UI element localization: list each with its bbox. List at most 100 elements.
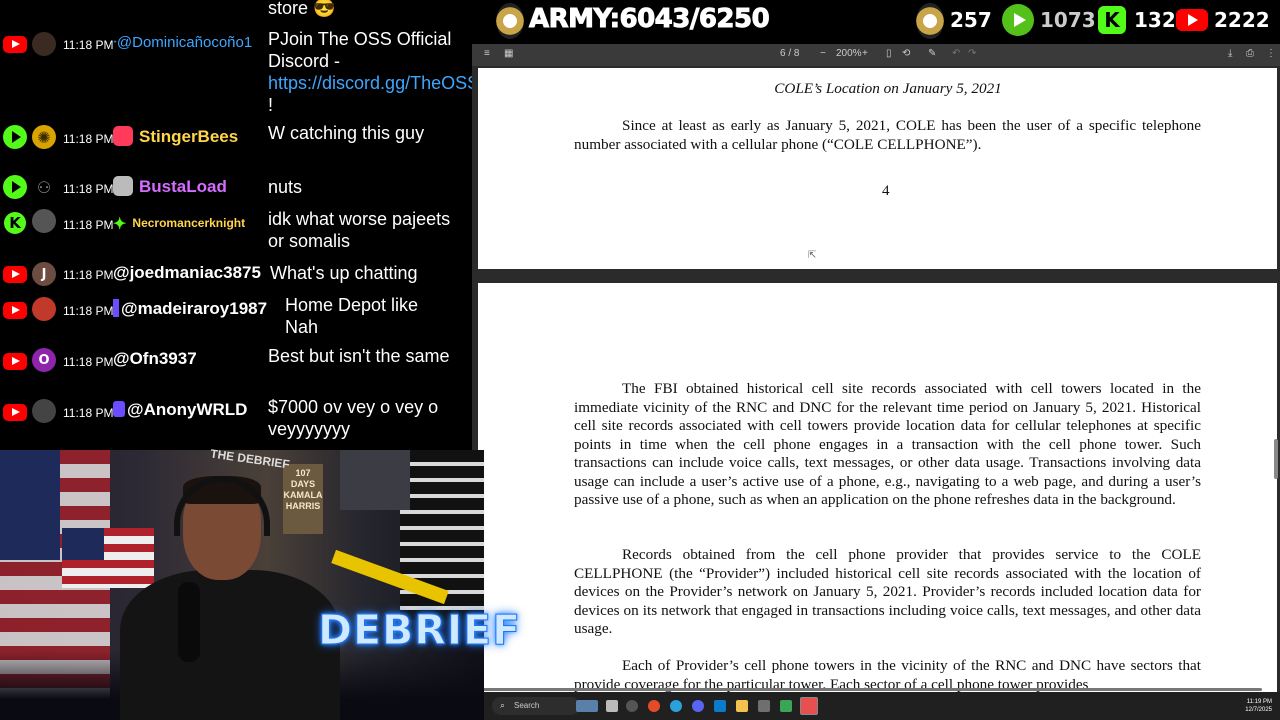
youtube-icon [3,32,27,56]
weather-icon[interactable] [576,700,598,712]
rumble-viewer-count: 1073 [1040,8,1096,32]
microphone [178,582,200,662]
menu-icon[interactable]: ≡ [484,48,490,59]
army-emblem-icon [916,3,944,39]
telegram-icon[interactable] [670,700,682,712]
zoom-out-icon[interactable]: − [820,48,826,59]
chat-message: K 11:18 PM ✦ Necromancerknight idk what w… [0,208,472,258]
flag-canton-small [62,528,104,560]
member-badge-icon [113,299,119,317]
system-clock[interactable]: 11:19 PM 12/7/2025 [1245,698,1272,714]
print-icon[interactable]: ⎙ [1246,48,1254,59]
page-indicator[interactable]: 6 / 8 [780,48,799,59]
message-text: $7000 ov vey o vey o veyyyyyyy [268,397,439,439]
message-username[interactable]: @AnonyWRLD [113,400,247,420]
download-icon[interactable]: ⤓ [1228,48,1232,59]
youtube-icon [1176,9,1208,31]
message-username[interactable]: StingerBees [113,126,238,147]
message-time: 11:18 PM [63,355,114,369]
message-text: W catching this guy [268,123,425,143]
task-view-icon[interactable] [606,700,618,712]
undo-icon[interactable]: ↶ [952,48,960,59]
avatar [32,32,56,56]
draw-icon[interactable]: ✎ [928,48,936,59]
fit-page-icon[interactable]: ▯ [886,48,892,59]
chat-message: O 11:18 PM @Ofn3937 Best but isn't the s… [0,346,472,397]
message-text: PJoin The OSS Official Discord - https:/… [268,28,472,116]
vscode-icon[interactable] [714,700,726,712]
paragraph: Since at least as early as January 5, 20… [574,117,1201,153]
app-icon[interactable] [780,700,792,712]
message-username[interactable]: @Ofn3937 [113,349,197,369]
cursor-icon: ⇱ [808,250,817,261]
message-time: 11:18 PM [63,406,114,420]
chrome-icon[interactable] [648,700,660,712]
youtube-icon [3,298,27,322]
army-emblem-icon [496,3,524,39]
avatar [32,209,56,233]
obs-icon[interactable] [626,700,638,712]
youtube-icon [3,262,27,286]
message-username[interactable]: ✦ Necromancerknight [113,214,245,234]
redo-icon[interactable]: ↷ [968,48,976,59]
message-username[interactable]: @madeiraroy1987 [113,299,267,319]
message-text: Best but isn't the same [268,346,450,366]
message-time: 11:18 PM [63,304,114,318]
avatar [32,297,56,321]
message-username[interactable]: @joedmaniac3875 [113,263,261,283]
thumbnail-icon[interactable]: ▦ [504,48,513,59]
user-placeholder-icon: ⚇ [36,177,52,197]
youtube-viewer-count: 2222 [1214,8,1270,32]
app-icon[interactable] [758,700,770,712]
discord-link[interactable]: https://discord.gg/TheOSS [268,73,472,93]
sunflower-icon: ✺ [32,125,56,149]
pdf-page: The FBI obtained historical cell site re… [478,283,1277,692]
message-text: nuts [268,177,303,197]
active-app-icon[interactable] [800,697,818,715]
chat-message: 11:18 PM @AnonyWRLD $7000 ov vey o vey o… [0,397,472,448]
rotate-icon[interactable]: ⟲ [902,48,910,59]
zoom-level[interactable]: 200% [836,48,862,59]
message-text: idk what worse pajeets or somalis [268,209,451,251]
wall-frame [340,450,410,510]
message-time: 11:18 PM [63,268,114,282]
message-time: 11:18 PM [63,182,114,196]
chat-message: 11:18 PM @madeiraroy1987 Home Depot like… [0,295,472,346]
youtube-icon [3,400,27,424]
pdf-page: COLE’s Location on January 5, 2021 Since… [478,68,1277,269]
avatar: J [32,262,56,286]
pdf-viewer: ≡ ▦ 6 / 8 − 200% + ▯ ⟲ ✎ ↶ ↷ ⤓ ⎙ ⋮ COLE’… [472,44,1280,692]
kick-icon: K [3,211,27,235]
pdf-toolbar: ≡ ▦ 6 / 8 − 200% + ▯ ⟲ ✎ ↶ ↷ ⤓ ⎙ ⋮ [472,44,1280,66]
horizontal-scrollbar[interactable] [482,688,1262,691]
file-explorer-icon[interactable] [736,700,748,712]
flag-canton [0,450,60,560]
avatar: O [32,348,56,372]
section-heading: COLE’s Location on January 5, 2021 [774,80,1002,97]
search-icon: ⌕ [500,700,506,710]
viewer-count: 257 [950,8,992,32]
message-time: 11:18 PM [63,132,114,146]
zoom-in-icon[interactable]: + [862,48,868,59]
paragraph: Records obtained from the cell phone pro… [574,546,1201,637]
chat-top-fragment: store 😎 [268,0,336,18]
message-text: Home Depot like Nah [285,295,419,337]
paragraph: Each of Provider’s cell phone towers in … [574,657,1201,692]
message-time: 11:18 PM [63,38,114,52]
debrief-neon-logo: DEBRIEF [317,606,522,655]
message-text: What's up chatting [270,263,418,283]
streamer-body [120,570,340,720]
message-username[interactable]: BustaLoad [113,176,227,197]
avatar [32,399,56,423]
message-username[interactable]: ᐩ@Dominicañocoño1 [113,34,252,51]
rumble-icon [1002,4,1034,36]
chat-message: ✺ 11:18 PM StingerBees W catching this g… [0,122,472,162]
youtube-icon [3,349,27,373]
discord-icon[interactable] [692,700,704,712]
more-options-icon[interactable]: ⋮ [1266,48,1276,59]
search-box[interactable]: ⌕ Search [492,697,580,715]
chat-panel: store 😎 11:18 PM ᐩ@Dominicañocoño1 PJoin… [0,0,472,450]
vertical-scrollbar[interactable] [1274,439,1278,479]
rumble-icon [3,125,27,149]
paragraph: The FBI obtained historical cell site re… [574,380,1201,508]
